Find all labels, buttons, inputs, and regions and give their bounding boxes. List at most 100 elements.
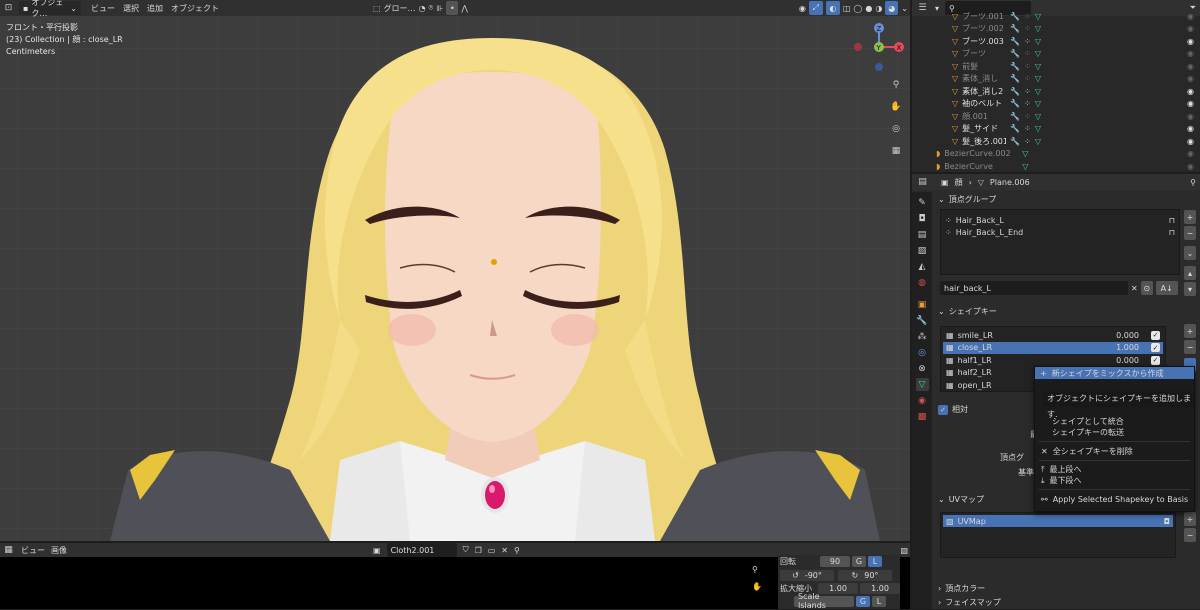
outliner-item-name[interactable]: 髪_後ろ.001 [962,136,1006,147]
outliner-item-name[interactable]: 顔.001 [962,111,1006,122]
editor-type-icon[interactable]: ⊡ [2,2,15,15]
rotate-l-button[interactable]: L [868,555,882,567]
move-to-bottom-item[interactable]: ⤓ 最下段へ [1035,475,1194,486]
transfer-shape-key-item[interactable]: シェイプキーの転送 [1035,427,1194,438]
uv-map-item[interactable]: ▨ UVMap ◘ [943,515,1173,527]
rendered-shading-icon[interactable]: ◕ [885,1,899,15]
shape-key-value[interactable]: 1.000 [1116,343,1139,352]
vertex-group-specials-button[interactable]: ⌄ [1184,246,1196,260]
filter-invert-button[interactable]: ⊙ [1140,281,1153,295]
outliner-row[interactable]: ▽ ブーツ 🔧 ⁘ ▽ ◉ [912,48,1200,61]
grid-icon[interactable]: ▦ [887,142,905,159]
outliner-row[interactable]: ▽ ブーツ.003 🔧 ⁘ ▽ ◉ [912,35,1200,48]
eye-icon[interactable]: ◉ [1187,112,1194,121]
add-uv-map-button[interactable]: + [1184,512,1196,526]
mesh-data-icon[interactable]: ▽ [1035,99,1041,108]
outliner-row[interactable]: ◗ BezierCurve.002 ▽ ◉ [912,148,1200,161]
material-shading-icon[interactable]: ◑ [875,4,882,13]
eye-icon[interactable]: ◉ [1187,12,1194,21]
output-tab-icon[interactable]: ▤ [916,228,929,241]
modifier-icon[interactable]: 🔧 [1010,12,1020,21]
relative-checkbox[interactable]: ✓ [938,404,948,415]
mesh-data-icon[interactable]: ▽ [1035,112,1041,121]
outliner-row[interactable]: ▽ 素体_消し 🔧 ⁘ ▽ ◉ [912,73,1200,86]
material-tab-icon[interactable]: ◉ [916,394,929,407]
sort-alpha-button[interactable]: A↓ [1155,281,1178,295]
rotate-g-button[interactable]: G [852,555,866,567]
outliner-row[interactable]: ▽ 髪_サイド 🔧 ⁘ ▽ ◉ [912,123,1200,136]
vertex-group-item[interactable]: ⁘ Hair_Back_L_End ⊓ [945,226,1175,238]
mesh-data-icon[interactable]: ▽ [1035,74,1041,83]
view-layer-tab-icon[interactable]: ▨ [916,244,929,257]
eye-icon[interactable]: ◉ [1187,49,1194,58]
eye-icon[interactable]: ◉ [1187,149,1194,158]
scene-tab-icon[interactable]: ◭ [916,260,929,273]
outliner[interactable]: ☰ ▾ ⚲ ⏷ ▽ ブーツ.001 🔧 ⁘ ▽ ◉ ▽ ブーツ.002 🔧 ⁘ ▽ ◉ ▽ ブーツ.003… [912,0,1200,172]
eye-icon[interactable]: ◉ [1187,99,1194,108]
outliner-item-name[interactable]: ブーツ.003 [962,36,1006,47]
properties-editor-icon[interactable]: ▤ [916,176,929,189]
image-name-field[interactable]: Cloth2.001 [386,543,457,557]
vertex-group-icon[interactable]: ⁘ [1024,37,1031,46]
uv-hand-icon[interactable]: ✋ [752,582,762,591]
navigation-gizmo[interactable]: Z X Y [852,20,908,72]
menu-image[interactable]: 画像 [51,545,67,556]
physics-tab-icon[interactable]: ◎ [916,346,929,359]
shape-key-mute-checkbox[interactable]: ✓ [1151,330,1160,340]
vertex-group-icon[interactable]: ⁘ [1024,137,1031,146]
constraints-tab-icon[interactable]: ⊗ [916,362,929,375]
shape-key-mute-checkbox[interactable]: ✓ [1151,355,1160,365]
modifier-icon[interactable]: 🔧 [1010,24,1020,33]
image-editor-icon[interactable]: ▦ [2,544,15,557]
remove-vertex-group-button[interactable]: − [1184,226,1196,240]
vertex-group-item[interactable]: ⁘ Hair_Back_L ⊓ [945,214,1175,226]
remove-shape-key-button[interactable]: − [1184,340,1196,354]
mesh-data-icon[interactable]: ▽ [1035,37,1041,46]
mesh-data-icon[interactable]: ▽ [1035,62,1041,71]
modifier-tab-icon[interactable]: 🔧 [916,314,929,327]
eye-icon[interactable]: ◉ [1187,87,1194,96]
scale-islands-button[interactable]: Scale Islands [794,592,854,610]
shape-key-value[interactable]: 0.000 [1116,331,1139,340]
scale-islands-l-button[interactable]: L [872,595,886,607]
pin-properties-icon[interactable]: ⚲ [1190,178,1196,187]
shape-key-item[interactable]: ▦ half1_LR 0.000 ✓ [943,354,1163,367]
eye-icon[interactable]: ◉ [1187,62,1194,71]
xray-icon[interactable]: ◫ [843,4,851,13]
eye-icon[interactable]: ◉ [1187,74,1194,83]
outliner-row[interactable]: ▽ 前髪 🔧 ⁘ ▽ ◉ [912,60,1200,73]
eye-icon[interactable]: ◉ [1187,137,1194,146]
proportional-edit-icon[interactable]: • [446,1,459,15]
lock-icon[interactable]: ⊓ [1169,216,1175,225]
character-model[interactable] [0,0,910,541]
outliner-item-name[interactable]: ブーツ [962,48,1006,59]
visibility-icon[interactable]: ◉ [799,4,806,13]
vertex-group-icon[interactable]: ⁘ [1024,124,1031,133]
modifier-icon[interactable]: 🔧 [1010,99,1020,108]
vertex-group-icon[interactable]: ⁘ [1024,62,1031,71]
overlay-icon[interactable]: ◐ [825,1,840,15]
menu-select[interactable]: 選択 [123,3,139,14]
mesh-data-icon[interactable]: ▽ [1022,149,1028,158]
outliner-item-name[interactable]: 素体_消し2 [962,86,1006,97]
shape-key-value[interactable]: 0.000 [1116,356,1139,365]
vertex-group-filter-input[interactable]: hair_back_L [940,281,1128,295]
shape-keys-panel-header[interactable]: ⌄ シェイプキー [934,304,1200,318]
rotate-90-button[interactable]: 90 [820,555,850,567]
modifier-icon[interactable]: 🔧 [1010,74,1020,83]
mesh-data-icon[interactable]: ▽ [1035,12,1041,21]
outliner-item-name[interactable]: ブーツ.002 [962,23,1006,34]
outliner-item-name[interactable]: ブーツ.001 [962,11,1006,22]
render-tab-icon[interactable]: ◘ [916,212,929,225]
world-tab-icon[interactable]: ◍ [916,276,929,289]
delete-all-shape-keys-item[interactable]: ✕ 全シェイプキーを削除 [1035,445,1194,457]
uv-maps-list[interactable]: ▨ UVMap ◘ [940,512,1176,558]
camera-icon[interactable]: ◎ [887,120,905,137]
mesh-data-icon[interactable]: ▽ [1035,87,1041,96]
vertex-groups-panel-header[interactable]: ⌄ 頂点グループ [934,192,1200,206]
snap-target-icon[interactable]: ⊪ [436,4,443,13]
wireframe-shading-icon[interactable]: ◯ [853,4,862,13]
uv-editor[interactable]: ▦ ビュー 画像 ▣ Cloth2.001 ⛉ ❐ ▭ ✕ ⚲ ▧ ⚲ ✋ 回転… [0,543,910,610]
face-maps-panel-header[interactable]: › フェイスマップ [934,596,1001,608]
viewport-3d[interactable]: フロント・平行投影 (23) Collection | 顔 : close_LR… [0,0,910,541]
